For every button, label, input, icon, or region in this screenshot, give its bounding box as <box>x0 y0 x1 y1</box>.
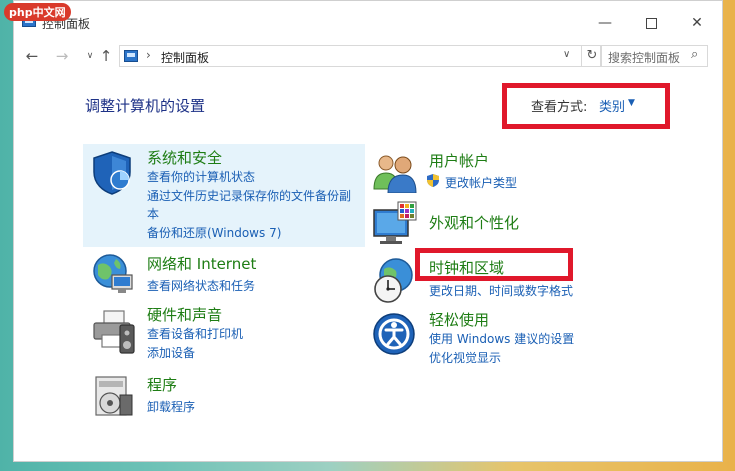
link-devices-printers[interactable]: 查看设备和打印机 <box>147 325 243 342</box>
monitor-icon[interactable] <box>372 200 418 248</box>
breadcrumb-separator[interactable]: › <box>146 48 151 62</box>
link-optimize-visual-display[interactable]: 优化视觉显示 <box>429 349 501 366</box>
maximize-button[interactable] <box>628 9 674 37</box>
category-hardware-sound[interactable]: 硬件和声音 <box>147 304 222 325</box>
annotation-highlight-clock-region <box>415 248 573 281</box>
refresh-button[interactable]: ↻ <box>581 46 602 66</box>
ease-of-access-icon[interactable] <box>372 312 418 358</box>
programs-icon[interactable] <box>90 373 136 421</box>
link-file-history-backup[interactable]: 通过文件历史记录保存你的文件备份副 <box>147 187 351 204</box>
category-system-security[interactable]: 系统和安全 <box>147 147 222 168</box>
link-add-device[interactable]: 添加设备 <box>147 344 195 361</box>
annotation-highlight-view-by <box>502 83 670 129</box>
category-user-accounts[interactable]: 用户帐户 <box>429 150 489 171</box>
forward-button[interactable]: → <box>53 46 71 66</box>
category-appearance-personalization[interactable]: 外观和个性化 <box>429 212 519 233</box>
printer-icon[interactable] <box>90 307 136 355</box>
link-backup-restore[interactable]: 备份和还原(Windows 7) <box>147 224 281 241</box>
php-watermark-logo: php中文网 <box>4 3 71 21</box>
link-uninstall-program[interactable]: 卸载程序 <box>147 398 195 415</box>
navigation-bar: ← → ∨ ↑ › 控制面板 ∨ ↻ 搜索控制面板 ⌕ <box>14 41 722 71</box>
link-file-history-backup-continued[interactable]: 本 <box>147 205 159 222</box>
link-network-status-tasks[interactable]: 查看网络状态和任务 <box>147 277 255 294</box>
network-globe-icon[interactable] <box>90 251 136 297</box>
address-bar[interactable]: › 控制面板 ∨ ↻ <box>119 45 602 67</box>
link-windows-recommended-settings[interactable]: 使用 Windows 建议的设置 <box>429 330 574 347</box>
category-ease-of-access[interactable]: 轻松使用 <box>429 309 489 330</box>
link-view-computer-status[interactable]: 查看你的计算机状态 <box>147 168 255 185</box>
maximize-icon <box>645 17 657 29</box>
link-change-date-time-format[interactable]: 更改日期、时间或数字格式 <box>429 282 573 299</box>
link-change-account-type[interactable]: 更改帐户类型 <box>445 174 517 191</box>
category-network-internet[interactable]: 网络和 Internet <box>147 253 256 274</box>
uac-shield-icon <box>427 174 439 187</box>
close-button[interactable]: ✕ <box>674 9 720 37</box>
minimize-button[interactable]: — <box>582 9 628 37</box>
address-dropdown-button[interactable]: ∨ <box>563 49 570 60</box>
page-title: 调整计算机的设置 <box>85 97 206 115</box>
breadcrumb-control-panel[interactable]: 控制面板 <box>161 49 209 66</box>
control-panel-window: 控制面板 — ✕ ← → ∨ ↑ › 控制面板 ∨ ↻ 搜索控制面板 ⌕ 调整计… <box>13 0 723 462</box>
search-placeholder: 搜索控制面板 <box>608 51 681 65</box>
control-panel-icon <box>124 50 138 62</box>
search-icon[interactable]: ⌕ <box>691 47 698 62</box>
category-programs[interactable]: 程序 <box>147 374 177 395</box>
up-button[interactable]: ↑ <box>97 46 115 66</box>
title-bar: 控制面板 — ✕ <box>14 1 722 39</box>
search-input[interactable]: 搜索控制面板 ⌕ <box>600 45 708 67</box>
clock-globe-icon[interactable] <box>372 257 418 305</box>
users-icon[interactable] <box>372 151 418 193</box>
shield-icon[interactable] <box>90 150 134 196</box>
back-button[interactable]: ← <box>23 46 41 66</box>
